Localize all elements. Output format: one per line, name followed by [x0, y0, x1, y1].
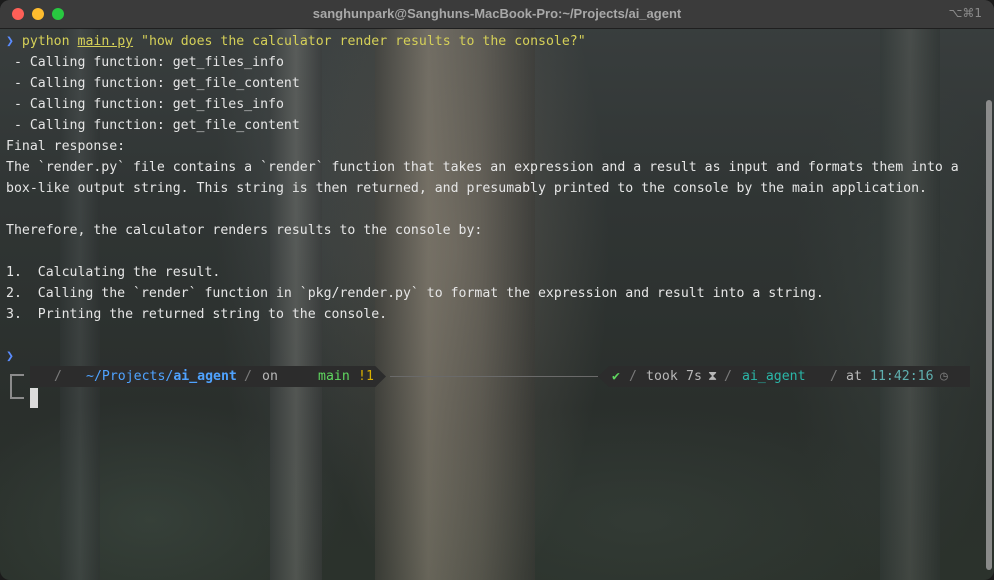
took-label: took [646, 369, 678, 384]
path-directory: ai_agent [173, 369, 237, 384]
separator: / [724, 369, 732, 384]
command-duration: 7s [686, 369, 702, 384]
output-line: box-like output string. This string is t… [6, 181, 927, 196]
command-line: ❯ python main.py "how does the calculato… [6, 31, 586, 52]
status-ok-icon: ✔ [612, 369, 620, 384]
command-program: python [21, 34, 70, 49]
output-line: Therefore, the calculator renders result… [6, 223, 483, 238]
prompt-arrow-icon: ❯ [6, 349, 14, 364]
output-line: - Calling function: get_files_info [6, 97, 284, 112]
terminal-window: sanghunpark@Sanghuns-MacBook-Pro:~/Proje… [0, 0, 994, 580]
output-line: - Calling function: get_file_content [6, 76, 300, 91]
git-status: !1 [358, 369, 374, 384]
git-branch: main [318, 369, 350, 384]
title-bar: sanghunpark@Sanghuns-MacBook-Pro:~/Proje… [0, 0, 994, 29]
window-shortcut-label: ⌥⌘1 [948, 6, 982, 20]
output-line: Final response: [6, 139, 126, 154]
prompt-bar: / ~/Projects/ai_agent / on main !1 ✔ / t… [0, 366, 994, 399]
path-segment: ~/Projects/ai_agent [86, 366, 237, 387]
text-cursor [30, 388, 38, 408]
output-line: The `render.py` file contains a `render`… [6, 160, 959, 175]
hourglass-icon: ⧗ [708, 369, 718, 384]
separator: / [629, 369, 637, 384]
window-title: sanghunpark@Sanghuns-MacBook-Pro:~/Proje… [312, 6, 682, 21]
prompt-bracket-bottom [10, 387, 24, 399]
clock-icon: ◷ [940, 369, 948, 384]
path-prefix: ~/Projects/ [86, 369, 174, 384]
command-argument: "how does the calculator render results … [141, 34, 586, 49]
scrollbar-thumb[interactable] [986, 100, 992, 570]
output-line: - Calling function: get_file_content [6, 118, 300, 133]
virtualenv-name: ai_agent [742, 369, 806, 384]
output-line: 2. Calling the `render` function in `pkg… [6, 286, 824, 301]
prompt-time: 11:42:16 [870, 369, 934, 384]
separator: / [54, 369, 62, 384]
output-line: 3. Printing the returned string to the c… [6, 307, 388, 322]
command-script: main.py [77, 34, 134, 49]
prompt-arrow-icon: ❯ [6, 34, 14, 49]
output-line: 1. Calculating the result. [6, 265, 221, 280]
prompt-fill-line [390, 376, 598, 377]
tree-trunk-right [880, 22, 940, 580]
on-label: on [262, 369, 278, 384]
at-label: at [846, 369, 862, 384]
output-line: - Calling function: get_files_info [6, 55, 284, 70]
separator: / [244, 369, 252, 384]
separator: / [830, 369, 838, 384]
